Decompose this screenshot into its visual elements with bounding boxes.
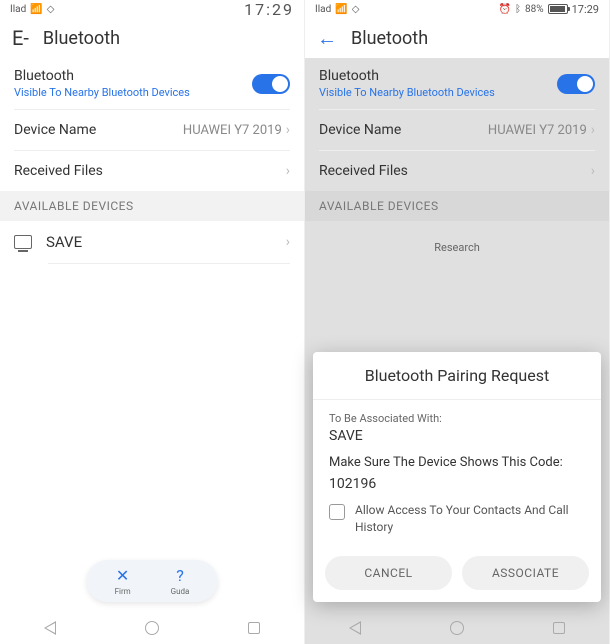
- status-bar: Ilad 📶 ◇ ⏰ ᛒ 88% 17:29: [305, 0, 609, 18]
- bluetooth-toggle-row[interactable]: Bluetooth Visible To Nearby Bluetooth De…: [0, 58, 304, 109]
- device-name-value: HUAWEI Y7 2019: [488, 123, 587, 138]
- close-label: Firm: [115, 587, 131, 596]
- device-name-row[interactable]: Device Name HUAWEI Y7 2019 ›: [305, 110, 609, 150]
- searching-label: Research: [305, 221, 609, 274]
- device-name-label: Device Name: [319, 122, 401, 138]
- nav-recent-icon[interactable]: [553, 622, 565, 634]
- dialog-title: Bluetooth Pairing Request: [313, 352, 601, 400]
- allow-access-label: Allow Access To Your Contacts And Call H…: [355, 502, 585, 536]
- associated-device: SAVE: [329, 428, 585, 444]
- pairing-dialog: Bluetooth Pairing Request To Be Associat…: [313, 352, 601, 602]
- alarm-icon: ⏰: [499, 4, 511, 15]
- clock: 17:29: [244, 0, 294, 19]
- chevron-right-icon: ›: [591, 163, 595, 179]
- carrier-label: Ilad: [315, 4, 331, 15]
- allow-access-checkbox[interactable]: [329, 504, 345, 520]
- received-files-row[interactable]: Received Files ›: [305, 151, 609, 191]
- divider: [48, 263, 290, 264]
- help-icon: ?: [176, 566, 184, 585]
- pairing-code: 102196: [329, 476, 585, 492]
- signal-icon: 📶: [30, 4, 42, 15]
- back-arrow-icon[interactable]: ←: [317, 26, 337, 51]
- bluetooth-label: Bluetooth: [319, 68, 495, 84]
- nav-home-icon[interactable]: [145, 621, 159, 635]
- page-title: Bluetooth: [43, 28, 120, 49]
- battery-icon: [548, 4, 568, 14]
- received-files-label: Received Files: [319, 163, 408, 179]
- chevron-right-icon: ›: [286, 163, 290, 179]
- wifi-icon: ◇: [47, 4, 55, 15]
- chevron-right-icon: ›: [286, 234, 290, 250]
- help-label: Guda: [171, 587, 190, 596]
- screen-right: Ilad 📶 ◇ ⏰ ᛒ 88% 17:29 ← Bluetooth Bluet…: [305, 0, 610, 644]
- device-name-value: HUAWEI Y7 2019: [183, 123, 282, 138]
- battery-pct: 88%: [525, 4, 544, 15]
- header: E- Bluetooth: [0, 18, 304, 58]
- content: Bluetooth Visible To Nearby Bluetooth De…: [0, 58, 304, 644]
- bluetooth-toggle[interactable]: [557, 74, 595, 94]
- associate-button[interactable]: ASSOCIATE: [462, 556, 589, 590]
- device-item-name: SAVE: [46, 233, 272, 251]
- device-name-label: Device Name: [14, 122, 96, 138]
- nav-back-icon[interactable]: [44, 621, 56, 635]
- help-action[interactable]: ? Guda: [171, 566, 190, 596]
- chevron-right-icon: ›: [591, 122, 595, 138]
- header: ← Bluetooth: [305, 18, 609, 58]
- bluetooth-toggle-row[interactable]: Bluetooth Visible To Nearby Bluetooth De…: [305, 58, 609, 109]
- dialog-message: Make Sure The Device Shows This Code:: [329, 454, 585, 472]
- associated-with-label: To Be Associated With:: [329, 412, 585, 425]
- status-bar: Ilad 📶 ◇ 17:29: [0, 0, 304, 18]
- nav-home-icon[interactable]: [450, 621, 464, 635]
- clock: 17:29: [572, 3, 599, 16]
- navigation-bar: [0, 612, 304, 644]
- carrier-label: Ilad: [10, 4, 26, 15]
- bluetooth-sublabel: Visible To Nearby Bluetooth Devices: [319, 86, 495, 99]
- available-devices-header: AVAILABLE DEVICES: [0, 191, 304, 221]
- close-action[interactable]: ✕ Firm: [115, 566, 131, 596]
- available-device-row[interactable]: SAVE ›: [0, 221, 304, 263]
- cancel-button[interactable]: CANCEL: [325, 556, 452, 590]
- signal-icon: 📶: [335, 4, 347, 15]
- bluetooth-icon: ᛒ: [515, 4, 521, 15]
- received-files-label: Received Files: [14, 163, 103, 179]
- received-files-row[interactable]: Received Files ›: [0, 151, 304, 191]
- available-devices-header: AVAILABLE DEVICES: [305, 191, 609, 221]
- wifi-icon: ◇: [352, 4, 360, 15]
- bluetooth-toggle[interactable]: [252, 74, 290, 94]
- nav-back-icon[interactable]: [349, 621, 361, 635]
- laptop-icon: [14, 235, 32, 249]
- nav-recent-icon[interactable]: [248, 622, 260, 634]
- bluetooth-sublabel: Visible To Nearby Bluetooth Devices: [14, 86, 190, 99]
- allow-access-row[interactable]: Allow Access To Your Contacts And Call H…: [329, 502, 585, 536]
- device-name-row[interactable]: Device Name HUAWEI Y7 2019 ›: [0, 110, 304, 150]
- close-icon: ✕: [116, 566, 129, 585]
- back-button[interactable]: E-: [12, 26, 29, 50]
- screen-left: Ilad 📶 ◇ 17:29 E- Bluetooth Bluetooth Vi…: [0, 0, 305, 644]
- chevron-right-icon: ›: [286, 122, 290, 138]
- bluetooth-label: Bluetooth: [14, 68, 190, 84]
- page-title: Bluetooth: [351, 28, 428, 49]
- navigation-bar: [305, 612, 609, 644]
- bottom-action-pill: ✕ Firm ? Guda: [87, 560, 218, 602]
